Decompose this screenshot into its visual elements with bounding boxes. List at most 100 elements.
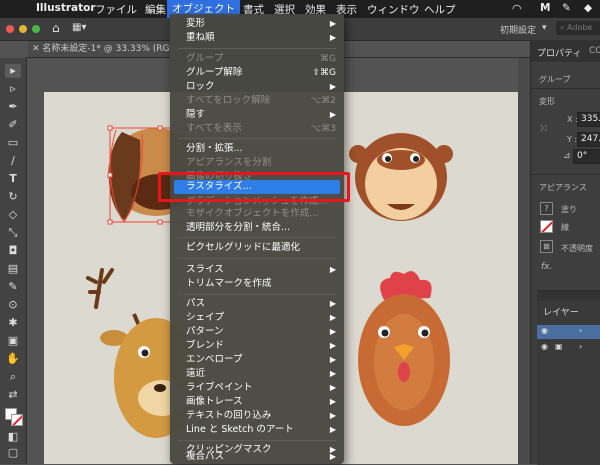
menu-separator (178, 138, 336, 139)
layer-row[interactable]: ◉ › (537, 325, 600, 339)
menu-edit[interactable]: 編集 (145, 2, 166, 17)
search-input[interactable]: ⌕ Adobe (556, 21, 600, 35)
annotation-highlight-box (158, 172, 350, 202)
menu-item-compound-path[interactable]: 複合パス ▶ (170, 450, 344, 464)
gradient-tool-icon[interactable]: ▤ (5, 262, 21, 276)
zoom-tool-icon[interactable]: ⌕ (5, 370, 21, 384)
menu-item-hide[interactable]: 隠す ▶ (170, 108, 344, 122)
stroke-swatch[interactable] (11, 414, 23, 426)
paintbrush-tool-icon[interactable]: ∕ (5, 154, 21, 168)
eye-icon[interactable]: ◉ (541, 326, 548, 335)
menu-item-perspective[interactable]: 遠近 ▶ (170, 367, 344, 381)
fx-icon[interactable]: fx. (541, 262, 552, 272)
menu-item-shape[interactable]: シェイプ ▶ (170, 311, 344, 325)
expand-layer-icon[interactable]: › (579, 342, 582, 351)
document-tab-title: 名称未設定-1* @ 33.33% (RGB/GP (42, 44, 172, 54)
symbol-sprayer-tool-icon[interactable]: ✱ (5, 316, 21, 330)
submenu-arrow-icon: ▶ (329, 33, 336, 42)
menu-item-make-pixel-perfect[interactable]: ピクセルグリッドに最適化 (170, 241, 344, 255)
menu-item-transform[interactable]: 変形 ▶ (170, 17, 344, 31)
selection-tool-icon[interactable]: ▸ (5, 64, 21, 78)
shape-builder-tool-icon[interactable]: ◘ (5, 244, 21, 258)
status-icon[interactable]: ✎ (562, 2, 571, 14)
home-icon[interactable]: ⌂ (52, 21, 60, 35)
fill-question-icon[interactable]: ? (540, 202, 553, 215)
eraser-tool-icon[interactable]: ◇ (5, 208, 21, 222)
menu-item-pattern[interactable]: パターン ▶ (170, 325, 344, 339)
close-tab-icon[interactable]: ✕ (32, 44, 42, 54)
swap-colors-icon[interactable]: ⇄ (5, 388, 21, 402)
m-logo-icon[interactable]: M (540, 2, 550, 14)
document-tab[interactable]: ✕ 名称未設定-1* @ 33.33% (RGB/GP (28, 41, 172, 58)
type-tool-icon[interactable]: T (5, 172, 21, 186)
tab-properties[interactable]: プロパティ (537, 46, 581, 59)
hand-tool-icon[interactable]: ✋ (5, 352, 21, 366)
menu-item-arrange[interactable]: 重ね順 ▶ (170, 31, 344, 45)
close-window-button[interactable] (6, 25, 14, 33)
menu-item-ungroup[interactable]: グループ解除 ⇧⌘G (170, 66, 344, 80)
menu-item-create-object-mosaic[interactable]: モザイクオブジェクトを作成... (170, 207, 344, 221)
lock-icon[interactable]: ▣ (555, 342, 563, 351)
scale-tool-icon[interactable]: ⤡ (5, 226, 21, 240)
menu-item-group[interactable]: グループ ⌘G (170, 52, 344, 66)
eye-icon[interactable]: ◉ (541, 342, 548, 351)
layer-row[interactable]: ◉ ▣ › (537, 341, 600, 355)
expand-layer-icon[interactable]: › (579, 326, 582, 335)
tab-layers[interactable]: レイヤー (543, 305, 579, 318)
direct-selection-tool-icon[interactable]: ▹ (5, 82, 21, 96)
menu-help[interactable]: ヘルプ (424, 2, 456, 17)
stroke-label: 線 (561, 223, 569, 232)
color-mode-icon[interactable]: ◧ (5, 430, 21, 444)
menu-item-text-wrap[interactable]: テキストの回り込み ▶ (170, 409, 344, 423)
screen-mode-icon[interactable]: ▢ (5, 446, 21, 460)
menu-illustrator[interactable]: Illustrator (36, 2, 96, 14)
menu-item-path[interactable]: パス ▶ (170, 297, 344, 311)
submenu-arrow-icon: ▶ (329, 411, 336, 420)
submenu-arrow-icon: ▶ (329, 265, 336, 274)
eyedropper-tool-icon[interactable]: ✎ (5, 280, 21, 294)
rotate-tool-icon[interactable]: ↻ (5, 190, 21, 204)
menu-item-image-trace[interactable]: 画像トレース ▶ (170, 395, 344, 409)
curvature-tool-icon[interactable]: ✐ (5, 118, 21, 132)
submenu-arrow-icon: ▶ (329, 313, 336, 322)
menu-item-show-all[interactable]: すべてを表示 ⌥⌘3 (170, 122, 344, 136)
menu-file[interactable]: ファイル (95, 2, 137, 17)
menu-item-flatten-transparency[interactable]: 透明部分を分割・統合... (170, 221, 344, 235)
layout-icon[interactable]: ▦▾ (72, 22, 86, 33)
menu-item-unlock-all[interactable]: すべてをロック解除 ⌥⌘2 (170, 94, 344, 108)
menu-item-lock[interactable]: ロック ▶ (170, 80, 344, 94)
menu-separator (178, 258, 336, 259)
rectangle-tool-icon[interactable]: ▭ (5, 136, 21, 150)
pen-tool-icon[interactable]: ✒ (5, 100, 21, 114)
blend-tool-icon[interactable]: ⊙ (5, 298, 21, 312)
zoom-window-button[interactable] (32, 25, 40, 33)
menu-item-blend[interactable]: ブレンド ▶ (170, 339, 344, 353)
workspace-switcher[interactable]: 初期設定 (500, 23, 536, 36)
x-position-field[interactable]: 335.4 (577, 112, 600, 127)
wifi-icon[interactable]: ◠ (512, 2, 522, 15)
workspace-chevron-icon[interactable]: ▾ (542, 23, 547, 33)
y-position-field[interactable]: 247.8 (577, 132, 600, 147)
menu-item-expand[interactable]: 分割・拡張... (170, 142, 344, 156)
menu-item-live-paint[interactable]: ライブペイント ▶ (170, 381, 344, 395)
menu-item-expand-appearance[interactable]: アピアランスを分割 (170, 156, 344, 170)
menu-item-create-trim-marks[interactable]: トリムマークを作成 (170, 277, 344, 291)
menu-item-line-sketch-art[interactable]: Line と Sketch のアート ▶ (170, 423, 344, 437)
monkey-illustration[interactable] (349, 133, 453, 221)
search-icon: ⌕ (560, 23, 565, 32)
dropbox-icon[interactable]: ◆ (584, 2, 592, 14)
minimize-window-button[interactable] (19, 25, 27, 33)
submenu-arrow-icon: ▶ (329, 452, 336, 461)
rooster-illustration[interactable] (358, 271, 450, 426)
stroke-none-swatch[interactable] (540, 220, 553, 233)
menu-window[interactable]: ウィンドウ (367, 2, 420, 17)
tab-cc-libraries[interactable]: CC (589, 46, 600, 56)
reference-point-icon[interactable]: ⁙ (539, 122, 548, 135)
menu-item-slice[interactable]: スライス ▶ (170, 263, 344, 277)
vertical-scrollbar[interactable] (518, 58, 530, 464)
opacity-icon[interactable]: ⊠ (540, 240, 553, 253)
artboard-tool-icon[interactable]: ▣ (5, 334, 21, 348)
fill-label: 塗り (561, 205, 577, 214)
angle-field[interactable]: 0° (573, 149, 600, 164)
menu-item-envelope-distort[interactable]: エンベロープ ▶ (170, 353, 344, 367)
